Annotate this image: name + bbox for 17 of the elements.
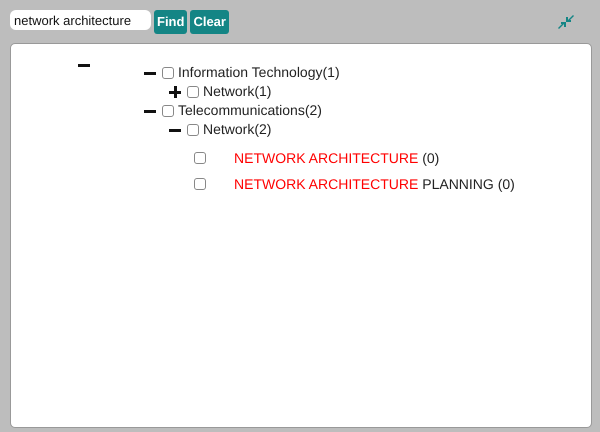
- checkbox[interactable]: [162, 104, 174, 116]
- checkbox[interactable]: [194, 178, 206, 190]
- collapse-icon[interactable]: [558, 14, 574, 30]
- node-label[interactable]: Network(1): [203, 81, 272, 102]
- clear-button[interactable]: Clear: [190, 10, 229, 34]
- search-field[interactable]: network architecture: [10, 10, 151, 30]
- node-label[interactable]: Network(2): [203, 119, 272, 140]
- find-button[interactable]: Find: [154, 10, 188, 34]
- checkbox[interactable]: [162, 66, 174, 78]
- checkbox[interactable]: [187, 86, 199, 98]
- plus-icon[interactable]: [169, 86, 181, 98]
- result-label[interactable]: NETWORK ARCHITECTURE (0): [234, 148, 440, 168]
- node-label[interactable]: Telecommunications(2): [178, 100, 322, 121]
- result-label[interactable]: NETWORK ARCHITECTURE PLANNING (0): [234, 174, 515, 194]
- checkbox[interactable]: [187, 124, 199, 136]
- node-label[interactable]: Information Technology(1): [178, 62, 340, 83]
- checkbox[interactable]: [194, 152, 206, 164]
